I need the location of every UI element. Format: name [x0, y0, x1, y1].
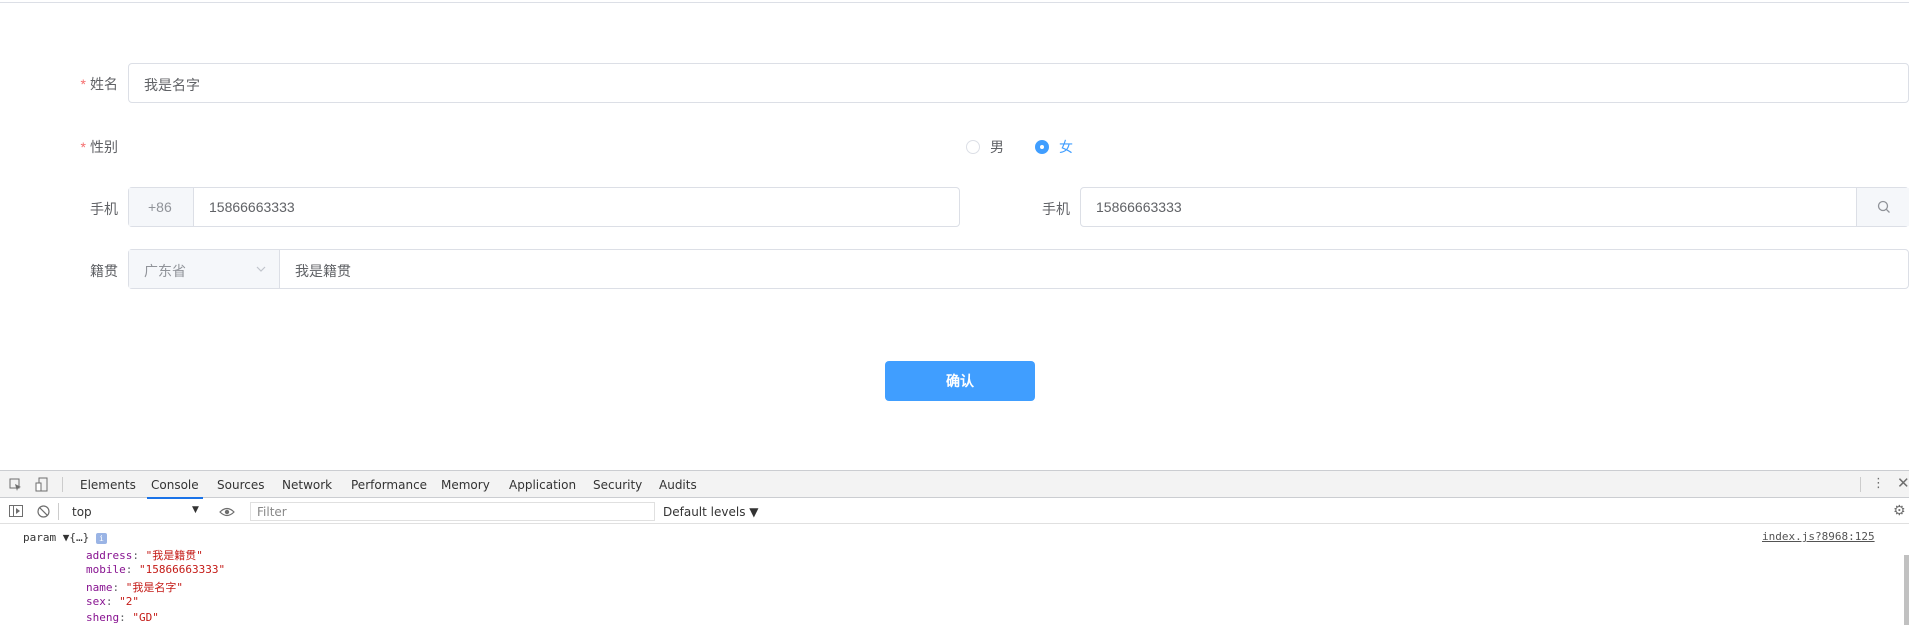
log-entry-mobile: mobile: "15866663333"	[86, 563, 226, 576]
radio-male[interactable]: 男	[966, 137, 1004, 157]
tab-security[interactable]: Security	[593, 478, 642, 492]
mobile-input-value: 15866663333	[209, 199, 295, 215]
chevron-down-icon	[256, 266, 266, 272]
mobile2-label: 手机	[1042, 201, 1070, 217]
close-icon[interactable]: ✕	[1897, 476, 1909, 491]
object-expand-toggle[interactable]: ▼{…}	[63, 531, 90, 544]
console-filter-input[interactable]: Filter	[250, 502, 655, 521]
origin-input[interactable]: 广东省 我是籍贯	[128, 249, 1909, 289]
device-toggle-icon[interactable]	[35, 477, 49, 493]
province-select[interactable]: 广东省	[129, 250, 280, 288]
eye-icon[interactable]	[219, 507, 235, 517]
inspect-icon[interactable]	[9, 478, 23, 492]
mobile-label: 手机	[90, 201, 118, 217]
log-entry-address: address: "我是籍贯"	[86, 549, 203, 562]
name-label: * 姓名	[80, 76, 118, 92]
log-entry-sheng: sheng: "GD"	[86, 611, 159, 624]
tab-application[interactable]: Application	[509, 478, 576, 492]
origin-input-value: 我是籍贯	[295, 263, 351, 279]
more-options-icon[interactable]: ⋮	[1872, 477, 1885, 490]
context-select[interactable]: top ▼	[64, 499, 204, 523]
log-entry-sex: sex: "2"	[86, 595, 139, 608]
search-button[interactable]	[1856, 188, 1909, 226]
sex-label: * 性别	[80, 139, 118, 155]
console-scrollbar[interactable]	[1904, 555, 1909, 625]
tab-console[interactable]: Console	[147, 478, 203, 499]
log-entry-name: name: "我是名字"	[86, 581, 183, 594]
tab-sources[interactable]: Sources	[217, 478, 264, 492]
mobile-input[interactable]: +86 15866663333	[128, 187, 960, 227]
tab-performance[interactable]: Performance	[351, 478, 427, 492]
devtools-tabbar: Elements Console Sources Network Perform…	[0, 471, 1909, 499]
mobile2-input[interactable]: 15866663333	[1080, 187, 1909, 227]
devtools-panel: Elements Console Sources Network Perform…	[0, 470, 1909, 630]
log-levels-select[interactable]: Default levels ▼	[663, 505, 759, 519]
console-toolbar: top ▼ Filter Default levels ▼ ⚙	[0, 499, 1909, 524]
name-input-value: 我是名字	[144, 77, 200, 93]
page: *姓名 我是名字 *性别 男 女 手机 +86 15866663333 手机	[0, 0, 1909, 630]
radio-circle-checked[interactable]	[1035, 140, 1049, 154]
sidebar-toggle-icon[interactable]	[9, 505, 23, 517]
gear-icon[interactable]: ⚙	[1893, 504, 1906, 518]
radio-female[interactable]: 女	[1035, 137, 1073, 157]
tab-memory[interactable]: Memory	[441, 478, 490, 492]
name-input[interactable]: 我是名字	[128, 63, 1909, 103]
clear-console-icon[interactable]	[37, 505, 50, 518]
tab-elements[interactable]: Elements	[80, 478, 136, 492]
tab-audits[interactable]: Audits	[659, 478, 697, 492]
tab-network[interactable]: Network	[282, 478, 332, 492]
mobile2-input-value: 15866663333	[1096, 199, 1182, 215]
info-icon: i	[95, 533, 107, 544]
console-output: param ▼{…} i index.js?8968:125 address: …	[0, 525, 1909, 630]
origin-label: 籍贯	[90, 263, 118, 279]
dropdown-arrow-icon: ▼	[192, 505, 199, 515]
log-source-link[interactable]: index.js?8968:125	[1762, 530, 1875, 543]
toolbar-divider-right	[1860, 477, 1861, 492]
log-line: param ▼{…} i	[23, 531, 107, 544]
toolbar-divider	[58, 503, 59, 520]
form: *姓名 我是名字 *性别 男 女 手机 +86 15866663333 手机	[0, 0, 1909, 470]
confirm-button[interactable]: 确认	[885, 361, 1035, 401]
radio-circle[interactable]	[966, 140, 980, 154]
country-code-prefix: +86	[129, 188, 194, 226]
search-icon	[1877, 200, 1890, 213]
toolbar-divider	[62, 477, 63, 492]
